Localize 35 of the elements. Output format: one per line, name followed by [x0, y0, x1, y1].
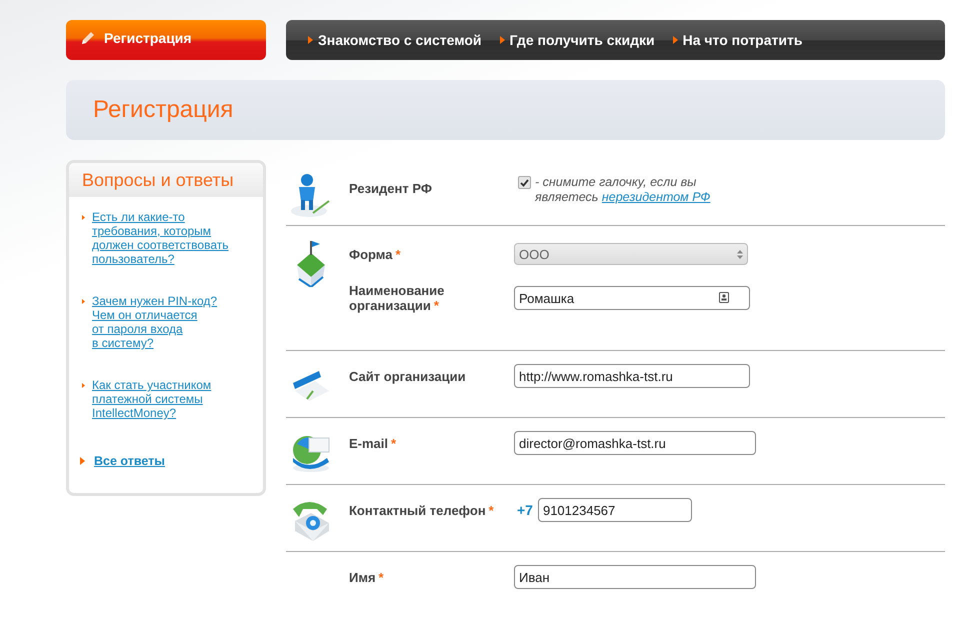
arrow-icon [308, 36, 313, 44]
field-label: Наименование организации * [349, 283, 444, 313]
field-label: Контактный телефон * [349, 502, 494, 518]
bullet-icon [82, 215, 85, 220]
nav-link[interactable]: Где получить скидки [500, 32, 655, 48]
faq-link[interactable]: Как стать участником платежной системы IntellectMoney? [92, 378, 247, 420]
pencil-icon [80, 30, 96, 46]
nav-link[interactable]: На что потратить [672, 32, 802, 48]
input-field[interactable]: http://www.romashka-tst.ru [514, 364, 750, 388]
input-field[interactable]: 9101234567 [538, 498, 692, 522]
arrow-icon [80, 457, 85, 465]
phone-prefix: +7 [517, 502, 533, 518]
nav-link[interactable]: Знакомство с системой [308, 32, 482, 48]
faq-link[interactable]: Есть ли какие-то требования, которым должен соответствовать пользователь? [92, 210, 247, 266]
checkbox[interactable] [518, 176, 531, 189]
field-label: Сайт организации [349, 368, 466, 384]
field-label: Форма * [349, 246, 401, 262]
field-label: Имя * [349, 570, 384, 584]
registration-tab[interactable]: Регистрация [66, 20, 266, 60]
bullet-icon [82, 299, 85, 304]
nonresident-link[interactable]: нерезидентом РФ [602, 190, 710, 204]
arrow-icon [500, 36, 505, 44]
bullet-icon [82, 383, 85, 388]
sidebar-title: Вопросы и ответы [82, 170, 234, 190]
spinner-arrows-icon [737, 250, 743, 258]
input-field[interactable]: Ромашка [514, 286, 750, 310]
hint-text: - снимите галочку, если вы являетесь нерезидентом РФ [535, 175, 712, 205]
input-field[interactable]: Иван [514, 565, 756, 589]
all-answers-link[interactable]: Все ответы [94, 454, 165, 468]
field-label: Резидент РФ [349, 180, 432, 196]
input-field[interactable]: director@romashka-tst.ru [514, 431, 756, 455]
faq-link[interactable]: Зачем нужен PIN-код? Чем он отличается от пароля входа в систему? [92, 294, 247, 350]
field-label: E-mail * [349, 436, 396, 450]
page-title: Регистрация [93, 96, 234, 124]
arrow-icon [672, 36, 678, 44]
